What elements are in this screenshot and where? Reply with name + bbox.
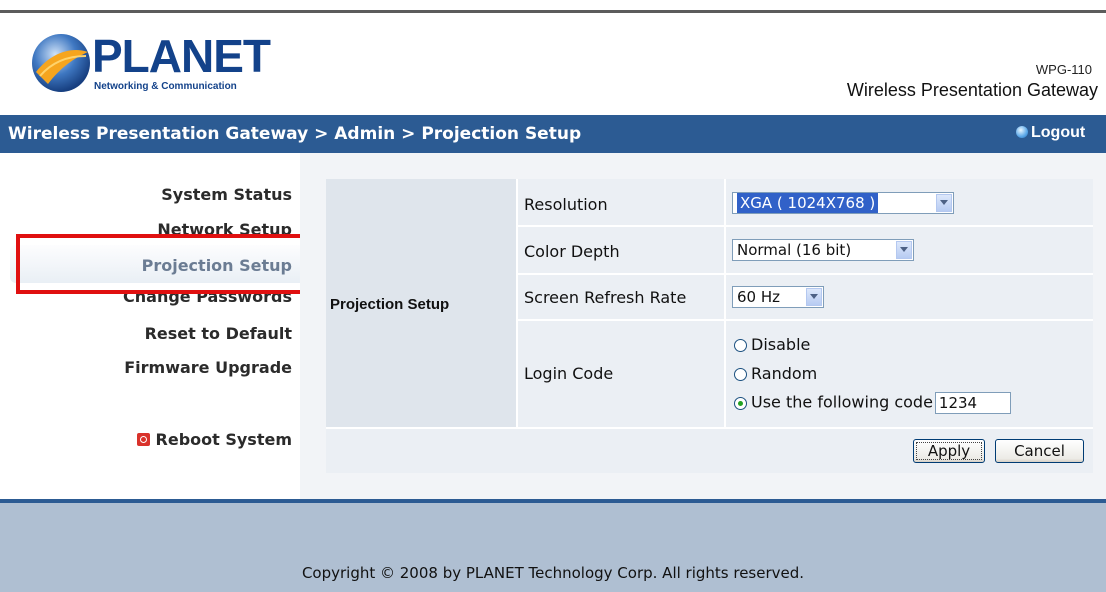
group-label-cell: Projection Setup bbox=[326, 179, 516, 427]
footer: Copyright © 2008 by PLANET Technology Co… bbox=[0, 503, 1106, 592]
chevron-down-icon[interactable] bbox=[806, 288, 822, 306]
highlight-annotation-box bbox=[16, 234, 344, 294]
power-icon bbox=[136, 433, 150, 446]
option-label: Random bbox=[751, 364, 818, 383]
sidebar-item-firmware-upgrade[interactable]: Firmware Upgrade bbox=[124, 358, 292, 377]
login-code-option-custom[interactable]: Use the following code 1234 bbox=[734, 392, 1011, 414]
refresh-rate-selected-value: 60 Hz bbox=[737, 288, 781, 306]
apply-button[interactable]: Apply bbox=[913, 439, 985, 463]
group-label: Projection Setup bbox=[330, 296, 450, 313]
refresh-rate-label: Screen Refresh Rate bbox=[524, 288, 687, 307]
sidebar-item-change-passwords[interactable]: Change Passwords bbox=[123, 293, 292, 307]
sidebar-item-reset-to-default[interactable]: Reset to Default bbox=[145, 324, 292, 343]
cancel-button[interactable]: Cancel bbox=[995, 439, 1084, 463]
color-depth-label-cell: Color Depth bbox=[518, 227, 724, 273]
chevron-down-icon[interactable] bbox=[896, 241, 912, 259]
apply-label: Apply bbox=[916, 442, 982, 460]
refresh-rate-value-cell: 60 Hz bbox=[726, 275, 1093, 319]
resolution-label-cell: Resolution bbox=[518, 179, 724, 225]
top-divider bbox=[0, 10, 1106, 13]
planet-globe-icon bbox=[32, 34, 90, 92]
copyright-text: Copyright © 2008 by PLANET Technology Co… bbox=[301, 564, 805, 582]
login-code-option-disable[interactable]: Disable bbox=[734, 335, 810, 354]
login-code-label: Login Code bbox=[524, 364, 614, 383]
breadcrumb: Wireless Presentation Gateway > Admin > … bbox=[8, 124, 582, 144]
model-number: WPG-110 bbox=[1035, 62, 1092, 77]
reboot-system-link[interactable]: Reboot System bbox=[136, 430, 292, 449]
color-depth-selected-value: Normal (16 bit) bbox=[737, 241, 852, 259]
color-depth-label: Color Depth bbox=[524, 242, 620, 261]
radio-button-selected[interactable] bbox=[734, 396, 747, 410]
resolution-label: Resolution bbox=[524, 195, 608, 214]
projection-setup-form: Projection Setup Resolution XGA ( 1024X7… bbox=[326, 179, 1093, 473]
logout-label: Logout bbox=[1031, 124, 1086, 141]
resolution-select[interactable]: XGA ( 1024X768 ) bbox=[732, 192, 954, 214]
resolution-value-cell: XGA ( 1024X768 ) bbox=[726, 179, 1093, 225]
sidebar-item-system-status[interactable]: System Status bbox=[161, 185, 292, 204]
chevron-down-icon[interactable] bbox=[936, 194, 952, 212]
login-code-input[interactable]: 1234 bbox=[934, 392, 1011, 414]
color-depth-value-cell: Normal (16 bit) bbox=[726, 227, 1093, 273]
planet-logo: PLANET Networking & Communication bbox=[30, 30, 271, 100]
reboot-system-label: Reboot System bbox=[155, 430, 292, 449]
product-name: Wireless Presentation Gateway bbox=[846, 80, 1098, 100]
refresh-rate-select[interactable]: 60 Hz bbox=[732, 286, 824, 308]
logo-tagline: Networking & Communication bbox=[94, 81, 237, 92]
form-button-row: Apply Cancel bbox=[326, 429, 1093, 473]
radio-button[interactable] bbox=[734, 368, 747, 381]
sidebar: System Status Network Setup Projection S… bbox=[0, 153, 300, 499]
resolution-selected-value: XGA ( 1024X768 ) bbox=[737, 193, 879, 213]
option-label: Disable bbox=[751, 335, 811, 354]
logo-wordmark: PLANET bbox=[92, 30, 271, 82]
option-label: Use the following code bbox=[751, 392, 933, 412]
login-code-value-cell: Disable Random Use the following code 123… bbox=[726, 321, 1093, 427]
title-bar: Wireless Presentation Gateway > Admin > … bbox=[0, 115, 1106, 153]
radio-button[interactable] bbox=[734, 339, 747, 352]
logout-icon bbox=[1016, 126, 1028, 138]
logout-link[interactable]: Logout bbox=[1016, 124, 1085, 142]
login-code-option-random[interactable]: Random bbox=[734, 364, 817, 383]
color-depth-select[interactable]: Normal (16 bit) bbox=[732, 239, 914, 261]
refresh-rate-label-cell: Screen Refresh Rate bbox=[518, 275, 724, 319]
login-code-label-cell: Login Code bbox=[518, 321, 724, 427]
sidebar-item-change-passwords-label: Change Passwords bbox=[123, 293, 292, 306]
